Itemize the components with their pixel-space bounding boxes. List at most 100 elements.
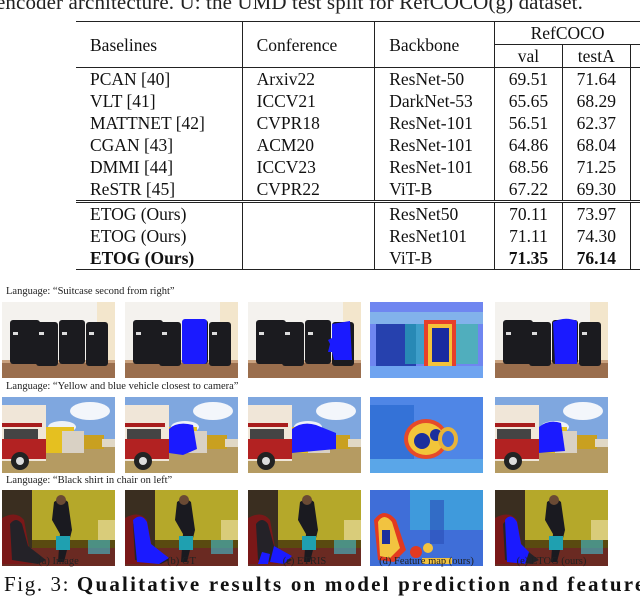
etog-tile: [495, 490, 608, 566]
subfigure-label: (a) Image: [38, 556, 79, 567]
testa-cell: 76.14: [561, 247, 631, 270]
backbone-cell: ResNet101: [374, 225, 495, 247]
conference-cell: ICCV23: [241, 156, 375, 178]
caption-prefix: Fig. 3:: [4, 572, 71, 596]
table-row: DMMI [44] ICCV23 ResNet-101 68.56 71.25: [76, 156, 640, 178]
val-cell: 64.86: [494, 134, 563, 156]
conference-cell: CVPR22: [241, 178, 375, 202]
preceding-caption-text: encoder architecture. U: the UMD test sp…: [0, 0, 583, 14]
val-cell: 71.35: [494, 247, 563, 270]
conference-cell: Arxiv22: [241, 67, 375, 90]
table-row: CGAN [43] ACM20 ResNet-101 64.86 68.04: [76, 134, 640, 156]
val-cell: 71.11: [494, 225, 563, 247]
room-gt-image: [125, 490, 238, 566]
col-header-val: val: [494, 44, 563, 68]
testa-cell: 68.29: [561, 90, 631, 112]
backbone-cell: ResNet-101: [374, 156, 495, 178]
testa-cell: 62.37: [561, 112, 631, 134]
subfigure-label: (e) ETOG (ours): [516, 556, 587, 567]
etog-tile: [495, 397, 608, 473]
language-query-label: Language: “Black shirt in chair on left”: [6, 475, 173, 486]
testa-cell: 71.64: [561, 67, 631, 90]
bus-etris-image: [248, 397, 361, 473]
val-cell: 68.56: [494, 156, 563, 178]
subfigure-label: (b) GT: [167, 556, 196, 567]
table-row: ReSTR [45] CVPR22 ViT-B 67.22 69.30: [76, 178, 640, 202]
bus-image-image: [2, 397, 115, 473]
val-cell: 70.11: [494, 200, 563, 225]
image-tile: [2, 302, 115, 378]
room-feature-map-image: [370, 490, 483, 566]
etris-tile: [248, 302, 361, 378]
backbone-cell: ResNet-101: [374, 134, 495, 156]
val-cell: 65.65: [494, 90, 563, 112]
backbone-cell: ResNet-101: [374, 112, 495, 134]
gt-tile: [125, 302, 238, 378]
backbone-cell: ViT-B: [374, 178, 495, 202]
table-row: VLT [41] ICCV21 DarkNet-53 65.65 68.29: [76, 90, 640, 112]
val-cell: 56.51: [494, 112, 563, 134]
baseline-cell: ETOG (Ours): [76, 200, 243, 225]
col-header-testa: testA: [561, 44, 631, 68]
testa-cell: 71.25: [561, 156, 631, 178]
room-etog-image: [495, 490, 608, 566]
image-tile: [2, 490, 115, 566]
testa-cell: 73.97: [561, 200, 631, 225]
testa-cell: 69.30: [561, 178, 631, 202]
baseline-cell: CGAN [43]: [90, 135, 174, 155]
bus-feature-map-image: [370, 397, 483, 473]
caption-title: Qualitative results on model prediction …: [76, 572, 640, 596]
backbone-cell: DarkNet-53: [374, 90, 495, 112]
subfigure-label: (c) ETRIS: [282, 556, 327, 567]
col-group-refcoco: RefCOCO: [494, 21, 640, 45]
gt-tile: [125, 397, 238, 473]
baseline-cell: ETOG (Ours): [90, 226, 187, 246]
table-row: PCAN [40] Arxiv22 ResNet-50 69.51 71.64: [76, 67, 640, 90]
language-query-label: Language: “Suitcase second from right”: [6, 286, 175, 297]
suitcase-feature-map-image: [370, 302, 483, 378]
baseline-cell: DMMI [44]: [90, 157, 174, 177]
testa-cell: 74.30: [561, 225, 631, 247]
bus-gt-image: [125, 397, 238, 473]
col-header-conference: Conference: [241, 21, 375, 68]
etris-tile: [248, 397, 361, 473]
etog-tile: [495, 302, 608, 378]
room-etris-image: [248, 490, 361, 566]
conference-cell: ACM20: [241, 134, 375, 156]
baseline-cell: ETOG (Ours): [76, 247, 243, 270]
val-cell: 69.51: [494, 67, 563, 90]
testa-cell: 68.04: [561, 134, 631, 156]
suitcase-image-image: [2, 302, 115, 378]
bus-etog-image: [495, 397, 608, 473]
conference-cell: ICCV21: [241, 90, 375, 112]
conference-cell: [241, 225, 375, 247]
subfigure-label: (d) Feature map (ours): [379, 556, 474, 567]
backbone-cell: ResNet-50: [374, 67, 495, 90]
backbone-cell: ResNet50: [374, 200, 495, 225]
baseline-cell: VLT [41]: [90, 91, 156, 111]
suitcase-gt-image: [125, 302, 238, 378]
conference-cell: [241, 247, 375, 270]
table-row: ETOG (Ours) ViT-B 71.35 76.14: [76, 247, 640, 270]
language-query-label: Language: “Yellow and blue vehicle close…: [6, 381, 239, 392]
col-header-backbone: Backbone: [374, 21, 495, 68]
feature-map-tile: [370, 490, 483, 566]
val-cell: 67.22: [494, 178, 563, 202]
baseline-cell: PCAN [40]: [76, 67, 243, 90]
room-image-image: [2, 490, 115, 566]
figure-caption: Fig. 3: Qualitative results on model pre…: [4, 572, 640, 597]
results-table: Baselines Conference Backbone RefCOCO va…: [76, 21, 640, 270]
table-row: MATTNET [42] CVPR18 ResNet-101 56.51 62.37: [76, 112, 640, 134]
table-row: ETOG (Ours) ResNet50 70.11 73.97: [76, 200, 640, 225]
feature-map-tile: [370, 397, 483, 473]
gt-tile: [125, 490, 238, 566]
baseline-cell: MATTNET [42]: [90, 113, 205, 133]
conference-cell: [241, 200, 375, 225]
feature-map-tile: [370, 302, 483, 378]
col-header-baselines: Baselines: [76, 21, 243, 68]
etris-tile: [248, 490, 361, 566]
backbone-cell: ViT-B: [374, 247, 495, 270]
image-tile: [2, 397, 115, 473]
suitcase-etris-image: [248, 302, 361, 378]
conference-cell: CVPR18: [241, 112, 375, 134]
